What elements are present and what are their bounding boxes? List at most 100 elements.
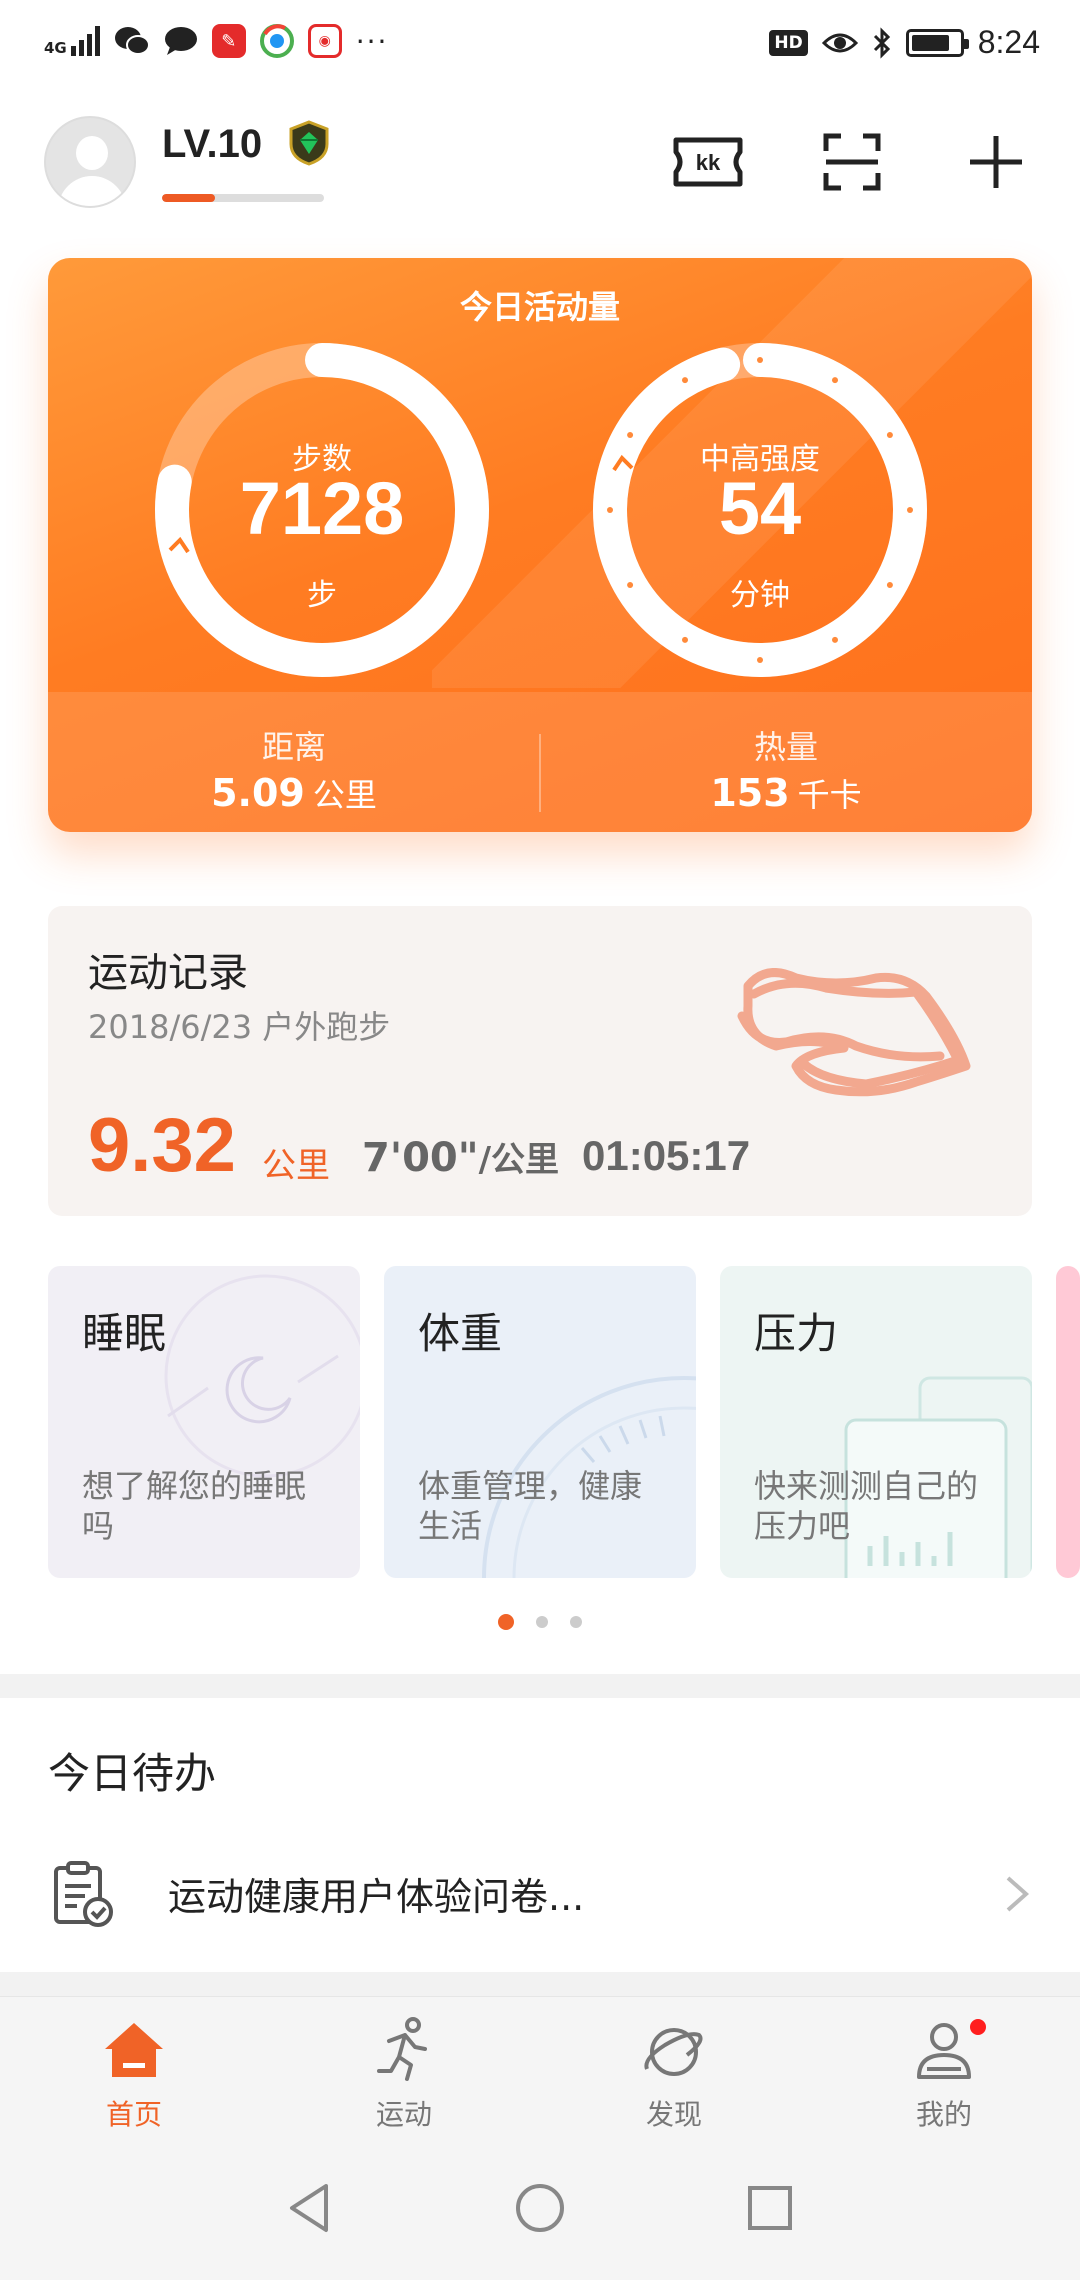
todo-item-survey[interactable]: 运动健康用户体验问卷...	[0, 1830, 1080, 1960]
bluetooth-icon	[873, 26, 890, 59]
intensity-tick	[832, 377, 838, 384]
profile-icon	[917, 2023, 971, 2079]
level-label[interactable]: LV.10	[162, 122, 262, 167]
page-dot-3[interactable]	[570, 1616, 582, 1628]
record-distance: 9.32	[88, 1103, 236, 1188]
todo-item-label: 运动健康用户体验问卷...	[168, 1875, 585, 1919]
signal-icon: 4G	[44, 26, 100, 56]
record-duration: 01:05:17	[582, 1132, 751, 1179]
ticket-icon: kk	[673, 137, 743, 187]
app-red-icon: ✎	[211, 24, 246, 58]
section-divider	[0, 1674, 1080, 1698]
sleep-card-title: 睡眠	[82, 1309, 167, 1358]
network-type: 4G	[44, 39, 67, 57]
header: LV.10 kk	[0, 100, 1080, 230]
nav-home[interactable]: 首页	[54, 2015, 214, 2133]
status-bar: 4G ✎ ◉ ··· HD 8:24	[0, 0, 1080, 90]
activity-stats: 距离 5.09 公里 热量 153 千卡	[48, 692, 1032, 832]
sleep-card-desc: 想了解您的睡眠吗	[82, 1467, 307, 1545]
stress-card[interactable]: 压力 快来测测自己的压力吧	[720, 1266, 1032, 1578]
survey-clipboard-icon	[54, 1861, 113, 1927]
page-indicator	[0, 1614, 1080, 1630]
sleep-card[interactable]: 睡眠 想了解您的睡眠吗	[48, 1266, 360, 1578]
stress-card-desc: 快来测测自己的压力吧	[754, 1467, 979, 1545]
distance-value: 5.09	[211, 771, 305, 815]
recents-icon[interactable]	[742, 2180, 798, 2236]
intensity-tick	[757, 657, 763, 663]
intensity-tick	[682, 377, 688, 384]
steps-ring[interactable]: 步数 7128 步	[154, 342, 490, 678]
status-right: HD 8:24	[769, 24, 1040, 61]
add-button[interactable]	[958, 130, 1034, 194]
hd-badge: HD	[769, 29, 808, 56]
status-left: 4G ✎ ◉ ···	[44, 24, 388, 58]
page-dot-2[interactable]	[536, 1616, 548, 1628]
nav-me-label: 我的	[915, 2098, 972, 2131]
section-divider-2	[0, 1972, 1080, 1996]
exercise-record-card[interactable]: 运动记录 2018/6/23 户外跑步 9.32 公里 7'00"/公里 01:…	[48, 906, 1032, 1216]
activity-card[interactable]: 今日活动量 步数 7128 步 中高强度 54 分钟 距离 5.09 公里 热量 …	[48, 258, 1032, 832]
scan-icon	[823, 133, 881, 191]
home-circle-icon[interactable]	[512, 2180, 568, 2236]
ticket-button[interactable]: kk	[670, 130, 746, 194]
steps-unit: 步	[307, 578, 337, 613]
intensity-tick	[832, 636, 838, 643]
todo-title: 今日待办	[48, 1749, 217, 1798]
system-nav-bar	[0, 2136, 1080, 2280]
nav-home-label: 首页	[105, 2098, 162, 2131]
record-pace: 7'00"/公里	[362, 1132, 559, 1181]
avatar[interactable]	[44, 116, 136, 208]
chevron-right-icon	[1006, 1876, 1030, 1912]
wechat-icon	[114, 27, 150, 55]
stress-card-title: 压力	[754, 1309, 839, 1358]
calories-unit: 千卡	[797, 776, 862, 814]
scan-button[interactable]	[814, 130, 890, 194]
level-progress-bar	[162, 194, 324, 202]
record-pace-unit: /公里	[478, 1140, 560, 1180]
distance-unit: 公里	[312, 776, 377, 814]
calories-label: 热量	[753, 728, 818, 766]
health-cards: 睡眠 想了解您的睡眠吗 体重 体重管理，健康生活 压力 快来测测自己的压力吧	[48, 1266, 1080, 1578]
distance-stat[interactable]: 距离 5.09 公里	[48, 722, 540, 816]
record-distance-unit: 公里	[262, 1146, 330, 1186]
record-pace-value: 7'00"	[362, 1135, 479, 1181]
route-map-icon	[737, 968, 971, 1097]
calories-stat[interactable]: 热量 153 千卡	[540, 722, 1032, 816]
activity-title: 今日活动量	[459, 288, 620, 326]
steps-value: 7128	[239, 467, 405, 550]
weight-card-desc: 体重管理，健康生活	[418, 1467, 643, 1545]
eye-icon	[821, 33, 858, 52]
back-icon[interactable]	[282, 2180, 338, 2236]
notification-badge	[970, 2019, 986, 2035]
svg-text:kk: kk	[696, 150, 721, 175]
level-badge-icon	[289, 120, 329, 166]
intensity-tick	[757, 357, 763, 363]
intensity-unit: 分钟	[730, 578, 790, 613]
nav-discover[interactable]: 发现	[594, 2015, 754, 2133]
nav-discover-label: 发现	[645, 2098, 702, 2131]
run-icon	[377, 2017, 427, 2081]
page-dot-1[interactable]	[498, 1614, 514, 1630]
calories-value: 153	[710, 771, 790, 815]
intensity-ring[interactable]: 中高强度 54 分钟	[592, 342, 928, 678]
weight-card[interactable]: 体重 体重管理，健康生活	[384, 1266, 696, 1578]
overflow-dots: ···	[355, 24, 389, 58]
record-title: 运动记录	[88, 950, 248, 996]
battery-icon	[905, 28, 969, 57]
nav-exercise[interactable]: 运动	[324, 2015, 484, 2133]
home-icon	[105, 2023, 163, 2077]
intensity-tick	[682, 636, 688, 643]
next-card-peek[interactable]	[1056, 1266, 1080, 1578]
intensity-value: 54	[718, 467, 802, 550]
plus-icon	[970, 136, 1022, 188]
app-game-icon: ◉	[307, 24, 342, 58]
bottom-nav: 首页 运动 发现 我的	[0, 1996, 1080, 2136]
distance-label: 距离	[261, 728, 326, 766]
status-time: 8:24	[977, 24, 1040, 60]
nav-me[interactable]: 我的	[864, 2015, 1024, 2133]
browser-icon	[259, 24, 294, 58]
record-subtitle: 2018/6/23 户外跑步	[88, 1008, 391, 1046]
nav-exercise-label: 运动	[375, 2098, 432, 2131]
weight-card-title: 体重	[418, 1309, 503, 1358]
planet-icon	[644, 2028, 703, 2076]
